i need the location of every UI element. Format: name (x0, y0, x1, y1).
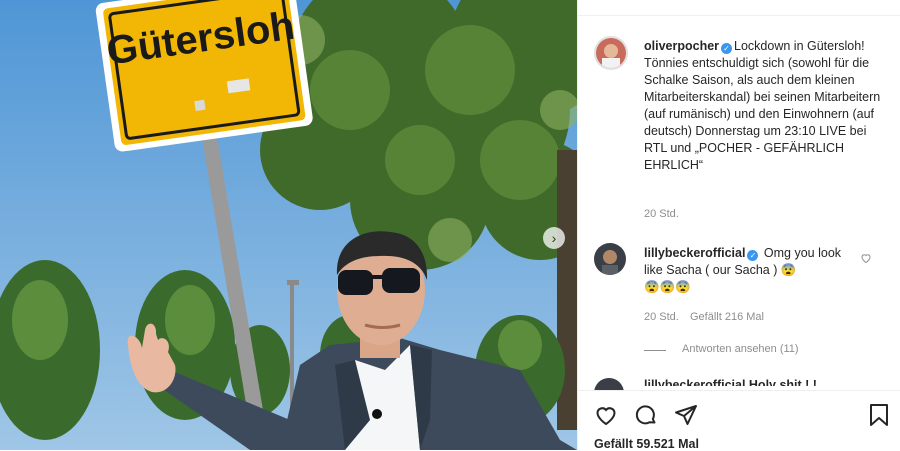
author-avatar[interactable] (594, 36, 628, 70)
comment-like-heart-icon[interactable] (860, 252, 872, 264)
next-image-button[interactable]: › (543, 227, 565, 249)
replies-divider (644, 350, 666, 351)
post-likes-count[interactable]: Gefällt 59.521 Mal (594, 437, 699, 451)
photo-scene: Gütersloh (0, 0, 577, 450)
author-username[interactable]: oliverpocher (644, 39, 719, 53)
comment-timestamp[interactable]: 20 Std. (644, 311, 679, 323)
comment-icon[interactable] (634, 403, 658, 427)
commenter-avatar[interactable] (594, 243, 626, 275)
next-comment-partial: lillybeckerofficial Holy shit ! ! (644, 378, 817, 386)
chevron-right-icon: › (551, 230, 557, 246)
heart-icon[interactable] (594, 403, 618, 427)
paper-plane-icon[interactable] (674, 403, 698, 427)
caption-text: Lockdown in Gütersloh! Tönnies entschuld… (644, 39, 881, 172)
commenter-username[interactable]: lillybeckerofficial (644, 246, 745, 260)
view-replies-button[interactable]: Antworten ansehen (11) (682, 343, 799, 355)
post-detail-panel: oliverpocher ✓ Lockdown in Gütersloh! Tönn… (577, 0, 900, 451)
post-photo[interactable]: Gütersloh › (0, 0, 577, 450)
bookmark-icon[interactable] (868, 403, 890, 427)
verified-badge-icon: ✓ (747, 250, 759, 261)
comment: lillybeckerofficial ✓ Omg you look like S… (644, 245, 854, 296)
panel-header-strip (578, 0, 900, 16)
post-actions-bar: Gefällt 59.521 Mal (578, 390, 900, 451)
verified-badge-icon: ✓ (721, 43, 733, 54)
commenter-avatar-image (594, 243, 626, 275)
post-timestamp[interactable]: 20 Std. (644, 208, 679, 220)
comment-likes[interactable]: Gefällt 216 Mal (690, 311, 764, 323)
author-avatar-image (596, 38, 626, 68)
post-caption: oliverpocher ✓ Lockdown in Gütersloh! Tönn… (644, 38, 884, 174)
